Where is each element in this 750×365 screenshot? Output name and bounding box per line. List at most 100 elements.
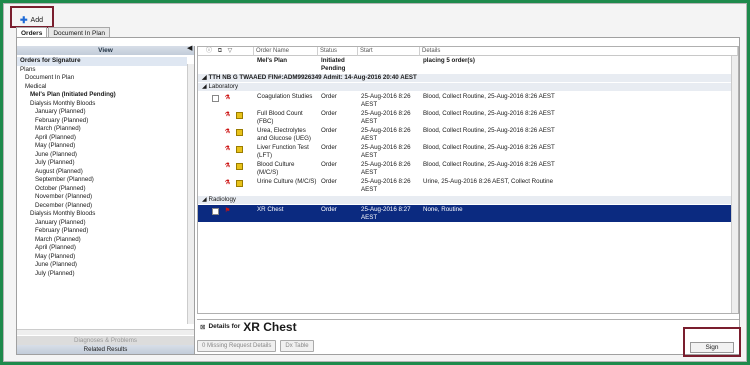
details-bar: ⊠ Details for XR Chest bbox=[197, 319, 739, 334]
order-row[interactable]: ⚗ Urine Culture (M/C/S) Order 25-Aug-2016 8… bbox=[198, 177, 738, 194]
order-status: Order bbox=[321, 127, 337, 134]
notes-icon[interactable] bbox=[236, 146, 243, 153]
collection-icon[interactable]: ⚗ bbox=[224, 180, 231, 187]
group-label: Radiology bbox=[208, 196, 237, 203]
order-row[interactable]: ⚗ Blood Culture (M/C/S) Order 25-Aug-2016 8… bbox=[198, 160, 738, 177]
tree-item[interactable]: September (Planned) bbox=[17, 176, 187, 185]
order-details: Blood, Collect Routine, 25-Aug-2016 8:26… bbox=[423, 110, 555, 117]
col-status[interactable]: Status bbox=[318, 47, 358, 56]
diagnoses-problems-item[interactable]: Diagnoses & Problems bbox=[17, 336, 194, 345]
order-name: XR Chest bbox=[257, 206, 284, 213]
copy-icon: ⧉ bbox=[217, 48, 222, 54]
col-start[interactable]: Start bbox=[358, 47, 420, 56]
patient-info: TTH NB G TWAAED FIN#:ADM9926349 Admit: 1… bbox=[208, 74, 417, 81]
order-row[interactable]: ⚗ Urea, Electrolytes and Glucose (UEG) Ord… bbox=[198, 126, 738, 143]
tree-item[interactable]: Dialysis Monthly Bloods bbox=[17, 100, 187, 109]
order-status: Order bbox=[321, 161, 337, 168]
view-vertical-scrollbar[interactable] bbox=[187, 64, 194, 324]
details-label: Details for bbox=[208, 323, 241, 330]
order-details: Blood, Collect Routine, 25-Aug-2016 8:26… bbox=[423, 144, 555, 151]
group-row[interactable]: ◢ Radiology bbox=[198, 196, 738, 204]
related-results-item[interactable]: Related Results bbox=[17, 345, 194, 354]
order-status: Order bbox=[321, 178, 337, 185]
orders-grid: ⓘ ⧉ ▽ Order Name Status Start Details Me… bbox=[197, 46, 739, 314]
tree-item[interactable]: February (Planned) bbox=[17, 227, 187, 236]
tree-item[interactable]: August (Planned) bbox=[17, 168, 187, 177]
view-horizontal-scrollbar[interactable] bbox=[17, 329, 194, 335]
plan-row[interactable]: Mel's Plan Initiated Pending placing 5 o… bbox=[198, 57, 738, 73]
order-status: Order bbox=[321, 206, 337, 213]
tree-item[interactable]: Plans bbox=[17, 66, 187, 75]
add-button[interactable]: ✚ Add bbox=[17, 13, 46, 27]
tree-item[interactable]: July (Planned) bbox=[17, 270, 187, 279]
info-icon: ⓘ bbox=[206, 48, 213, 54]
tree-item[interactable]: October (Planned) bbox=[17, 185, 187, 194]
plan-name: Mel's Plan bbox=[257, 57, 288, 64]
order-status: Order bbox=[321, 93, 337, 100]
order-start: 25-Aug-2016 8:26 AEST bbox=[361, 178, 411, 193]
collection-icon[interactable]: ⚗ bbox=[224, 95, 231, 102]
collapse-arrow-icon[interactable]: ◀ bbox=[187, 44, 192, 52]
collection-icon[interactable]: ⚗ bbox=[224, 163, 231, 170]
order-name: Coagulation Studies bbox=[257, 93, 313, 100]
order-start: 25-Aug-2016 8:26 AEST bbox=[361, 93, 411, 108]
order-status: Order bbox=[321, 144, 337, 151]
tree-item[interactable]: Dialysis Monthly Bloods bbox=[17, 210, 187, 219]
group-row[interactable]: ◢ Laboratory bbox=[198, 83, 738, 91]
tree-item[interactable]: July (Planned) bbox=[17, 159, 187, 168]
grid-vertical-scrollbar[interactable] bbox=[731, 56, 738, 313]
missing-request-details-button[interactable]: 0 Missing Request Details bbox=[197, 340, 277, 352]
dx-table-button[interactable]: Dx Table bbox=[280, 340, 314, 352]
tree-item[interactable]: Document In Plan bbox=[17, 74, 187, 83]
col-details[interactable]: Details bbox=[420, 47, 738, 56]
order-checkbox[interactable] bbox=[212, 95, 219, 102]
notes-icon[interactable] bbox=[236, 163, 243, 170]
plus-icon: ✚ bbox=[20, 14, 28, 25]
tree-item[interactable]: June (Planned) bbox=[17, 261, 187, 270]
grid-icon-header: ⓘ ⧉ ▽ bbox=[198, 47, 254, 56]
tree-item[interactable]: February (Planned) bbox=[17, 117, 187, 126]
flag-icon[interactable]: ⚑ bbox=[224, 208, 231, 215]
details-order-name: XR Chest bbox=[243, 319, 297, 334]
plan-status: Initiated Pending bbox=[321, 57, 346, 72]
order-name: Urea, Electrolytes and Glucose (UEG) bbox=[257, 127, 311, 142]
tree-item[interactable]: March (Planned) bbox=[17, 125, 187, 134]
tree-item[interactable]: January (Planned) bbox=[17, 108, 187, 117]
patient-row: ◢ TTH NB G TWAAED FIN#:ADM9926349 Admit:… bbox=[198, 74, 738, 82]
tree-item[interactable]: April (Planned) bbox=[17, 244, 187, 253]
col-order-name[interactable]: Order Name bbox=[254, 47, 318, 56]
collection-icon[interactable]: ⚗ bbox=[224, 146, 231, 153]
tree-item[interactable]: Medical bbox=[17, 83, 187, 92]
tree-item[interactable]: April (Planned) bbox=[17, 134, 187, 143]
notes-icon[interactable] bbox=[236, 180, 243, 187]
order-start: 25-Aug-2016 8:26 AEST bbox=[361, 110, 411, 125]
collection-icon[interactable]: ⚗ bbox=[224, 112, 231, 119]
tree-item[interactable]: March (Planned) bbox=[17, 236, 187, 245]
tree-item[interactable]: January (Planned) bbox=[17, 219, 187, 228]
collection-icon[interactable]: ⚗ bbox=[224, 129, 231, 136]
tree-item[interactable]: December (Planned) bbox=[17, 202, 187, 211]
view-panel: ◀ View Orders for Signature Plans Document… bbox=[17, 44, 195, 354]
details-collapse-icon[interactable]: ⊠ bbox=[200, 323, 205, 331]
order-name: Full Blood Count (FBC) bbox=[257, 110, 303, 125]
order-details: Blood, Collect Routine, 25-Aug-2016 8:26… bbox=[423, 161, 555, 168]
tree-item[interactable]: Orders for Signature bbox=[17, 57, 187, 66]
tree-item[interactable]: May (Planned) bbox=[17, 253, 187, 262]
order-status: Order bbox=[321, 110, 337, 117]
orders-area: ⓘ ⧉ ▽ Order Name Status Start Details Me… bbox=[197, 46, 739, 354]
tree-item[interactable]: May (Planned) bbox=[17, 142, 187, 151]
order-name: Liver Function Test (LFT) bbox=[257, 144, 309, 159]
order-checkbox[interactable] bbox=[212, 208, 219, 215]
order-start: 25-Aug-2016 8:26 AEST bbox=[361, 161, 411, 176]
order-row[interactable]: ⚗ Coagulation Studies Order 25-Aug-2016 8:2… bbox=[198, 92, 738, 109]
order-row[interactable]: ⚑ XR Chest Order 25-Aug-2016 8:27 AEST None,… bbox=[198, 205, 738, 222]
notes-icon[interactable] bbox=[236, 112, 243, 119]
order-details: None, Routine bbox=[423, 206, 463, 213]
tree-item[interactable]: November (Planned) bbox=[17, 193, 187, 202]
notes-icon[interactable] bbox=[236, 129, 243, 136]
order-row[interactable]: ⚗ Full Blood Count (FBC) Order 25-Aug-2016 … bbox=[198, 109, 738, 126]
tree-item[interactable]: June (Planned) bbox=[17, 151, 187, 160]
tree-item[interactable]: Mel's Plan (Initiated Pending) bbox=[17, 91, 187, 100]
sign-button[interactable]: Sign bbox=[690, 342, 734, 353]
order-row[interactable]: ⚗ Liver Function Test (LFT) Order 25-Aug-20… bbox=[198, 143, 738, 160]
